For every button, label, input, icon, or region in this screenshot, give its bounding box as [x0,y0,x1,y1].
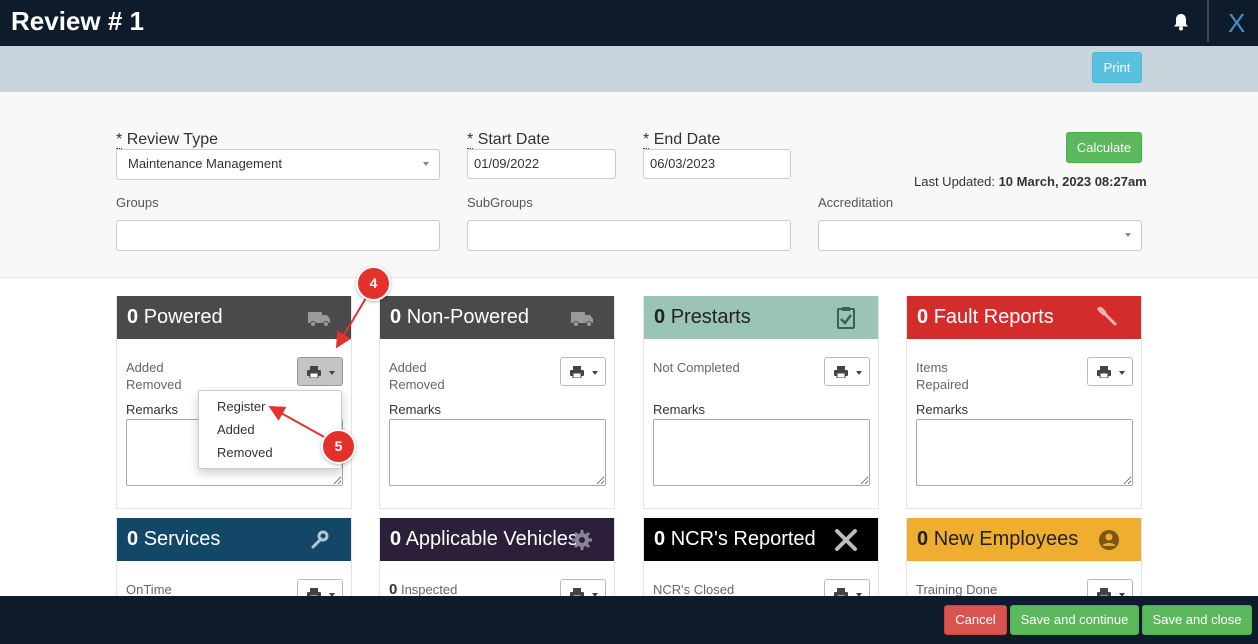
card-info: Not Completed [653,360,740,375]
bell-icon[interactable] [1172,12,1190,32]
chevron-down-icon [423,162,429,166]
accreditation-label: Accreditation [818,195,894,210]
card-prestarts: 0 Prestarts Not Completed Remarks [643,296,879,509]
save-and-continue-button[interactable]: Save and continue [1010,605,1139,635]
page-title: Review # 1 [11,6,144,36]
card-title: Non-Powered [406,306,529,328]
groups-label: Groups [116,195,159,210]
card-count: 0 [654,528,666,550]
printer-icon [1097,366,1111,378]
review-type-select[interactable]: Maintenance Management [116,149,440,180]
card-count: 0 [390,528,402,550]
card-info: Added Removed [126,360,182,392]
truck-icon [308,312,330,327]
review-type-label: * Review Type [116,131,218,149]
review-type-value: Maintenance Management [128,156,282,171]
cancel-button[interactable]: Cancel [944,605,1007,635]
chevron-down-icon [1125,233,1131,237]
caret-down-icon [1119,371,1125,375]
print-button[interactable]: Print [1092,52,1142,83]
remarks-label: Remarks [916,402,969,417]
print-bar [0,46,1258,92]
annotation-badge-5: 5 [321,429,356,464]
printer-icon [834,366,848,378]
card-title: New Employees [933,528,1079,550]
remarks-label: Remarks [653,402,706,417]
card-header: 0 NCR's Reported [644,518,878,561]
caret-down-icon [856,371,862,375]
print-dropdown-button[interactable] [1087,357,1133,386]
card-new-employees: 0 New Employees Training Done [906,518,1142,608]
screwdriver-icon [1097,307,1117,326]
card-header: 0 Powered [117,296,351,339]
card-header: 0 Non-Powered [380,296,614,339]
print-dropdown-button[interactable] [560,357,606,386]
caret-down-icon [592,371,598,375]
remarks-label: Remarks [389,402,442,417]
printer-icon [570,366,584,378]
card-count: 0 [390,306,402,328]
subgroups-input[interactable] [467,220,791,251]
card-title: Prestarts [670,306,751,328]
card-non-powered: 0 Non-Powered Added Removed Remarks [379,296,615,509]
required-mark: * [116,131,123,149]
remarks-textarea[interactable] [389,419,606,486]
clipboard-check-icon [837,307,855,329]
card-header: 0 Services [117,518,351,561]
user-circle-icon [1099,530,1119,550]
groups-input[interactable] [116,220,440,251]
end-date-label: * End Date [643,131,721,149]
wrench-icon [311,530,329,549]
card-title: Fault Reports [933,306,1054,328]
card-count: 0 [917,528,929,550]
card-title: Powered [143,306,223,328]
card-count: 0 [654,306,666,328]
annotation-badge-4: 4 [356,266,391,301]
top-bar: Review # 1 X [0,0,1258,46]
card-count: 0 [127,306,139,328]
menu-item-register[interactable]: Register [199,397,341,420]
close-button[interactable]: X [1228,8,1245,39]
remarks-label: Remarks [126,402,179,417]
gear-icon [572,530,592,550]
card-header: 0 Prestarts [644,296,878,339]
card-header: 0 Fault Reports [907,296,1141,339]
card-info: Items Repaired [916,360,969,392]
start-date-input[interactable]: 01/09/2022 [467,149,616,179]
card-services: 0 Services OnTime [116,518,352,608]
caret-down-icon [329,371,335,375]
print-dropdown-button[interactable] [824,357,870,386]
card-info: Added Removed [389,360,445,392]
card-title: Applicable Vehicles [405,528,578,550]
card-title: Services [143,528,221,550]
truck-icon [571,312,593,327]
card-fault-reports: 0 Fault Reports Items Repaired Remarks [906,296,1142,509]
card-ncrs-reported: 0 NCR's Reported NCR's Closed [643,518,879,608]
header-divider [1207,0,1209,42]
card-applicable-vehicles: 0 Applicable Vehicles 0 Inspected [379,518,615,608]
card-header: 0 Applicable Vehicles [380,518,614,561]
remarks-textarea[interactable] [653,419,870,486]
subgroups-label: SubGroups [467,195,533,210]
printer-icon [307,366,321,378]
remarks-textarea[interactable] [916,419,1133,486]
card-header: 0 New Employees [907,518,1141,561]
start-date-label: * Start Date [467,131,550,149]
save-and-close-button[interactable]: Save and close [1142,605,1252,635]
x-icon [835,529,857,551]
print-dropdown-button[interactable] [297,357,343,386]
calculate-button[interactable]: Calculate [1066,132,1142,163]
card-count: 0 [127,528,139,550]
menu-item-removed[interactable]: Removed [199,443,341,466]
end-date-input[interactable]: 06/03/2023 [643,149,791,179]
card-title: NCR's Reported [670,528,816,550]
print-dropdown-menu: Register Added Removed [198,390,342,469]
menu-item-added[interactable]: Added [199,420,341,443]
last-updated-value: 10 March, 2023 08:27am [998,174,1147,189]
card-count: 0 [917,306,929,328]
last-updated: Last Updated: 10 March, 2023 08:27am [914,174,1147,189]
accreditation-select[interactable] [818,220,1142,251]
